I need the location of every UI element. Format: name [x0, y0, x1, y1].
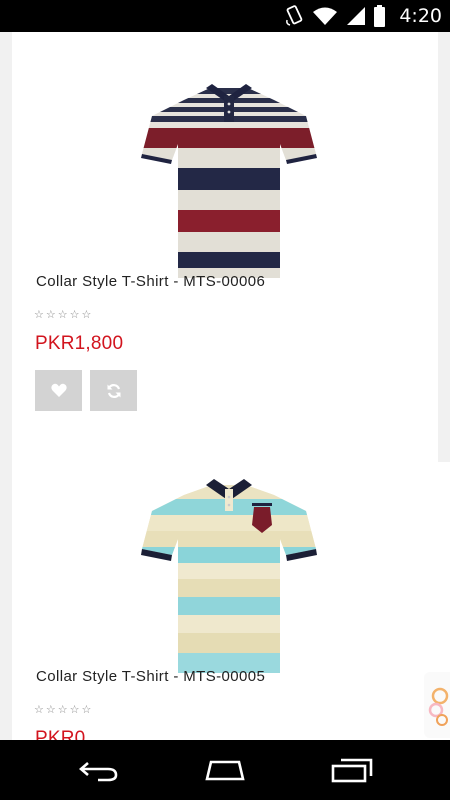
recent-apps-icon: [331, 758, 373, 783]
product-grid: Collar Style T-Shirt - MTS-00006 ☆ ☆ ☆ ☆…: [12, 32, 438, 740]
star-icon: ☆: [34, 309, 45, 321]
wishlist-button[interactable]: [35, 370, 82, 411]
product-image[interactable]: [112, 477, 364, 677]
status-icons: 4:20: [284, 0, 442, 32]
star-icon: ☆: [81, 704, 93, 716]
product-price: PKR1,800: [35, 333, 124, 354]
wifi-icon: [313, 7, 338, 25]
back-button[interactable]: [70, 752, 130, 788]
back-icon: [79, 762, 118, 782]
product-price: PKR0: [35, 728, 86, 740]
rotation-lock-icon: [286, 5, 303, 26]
star-icon: ☆: [45, 704, 57, 716]
star-icon: ☆: [57, 704, 69, 716]
star-icon: ☆: [69, 309, 81, 321]
refresh-icon: [107, 383, 120, 398]
home-button[interactable]: [195, 752, 255, 788]
star-icon: ☆: [69, 704, 81, 716]
heart-icon: [50, 383, 67, 397]
product-title[interactable]: Collar Style T-Shirt - MTS-00006: [36, 273, 265, 290]
chat-widget[interactable]: [424, 672, 450, 738]
navigation-bar: [0, 740, 450, 800]
product-image[interactable]: [112, 82, 364, 282]
signal-icon: [347, 7, 366, 25]
compare-button[interactable]: [90, 370, 137, 411]
chat-widget-icon: [428, 687, 449, 726]
product-list[interactable]: Collar Style T-Shirt - MTS-00006 ☆ ☆ ☆ ☆…: [0, 32, 450, 740]
star-icon: ☆: [81, 309, 93, 321]
product-title[interactable]: Collar Style T-Shirt - MTS-00005: [36, 668, 265, 685]
star-icon: ☆: [45, 309, 57, 321]
battery-icon: [374, 5, 386, 27]
clock: 4:20: [399, 5, 442, 27]
star-rating: ☆ ☆ ☆ ☆ ☆: [34, 308, 92, 321]
star-rating: ☆ ☆ ☆ ☆ ☆: [34, 703, 92, 716]
home-icon: [205, 760, 245, 781]
status-bar: 4:20: [0, 0, 450, 32]
product-actions: [35, 370, 137, 411]
star-icon: ☆: [34, 704, 45, 716]
recent-apps-button[interactable]: [322, 752, 382, 788]
star-icon: ☆: [57, 309, 69, 321]
